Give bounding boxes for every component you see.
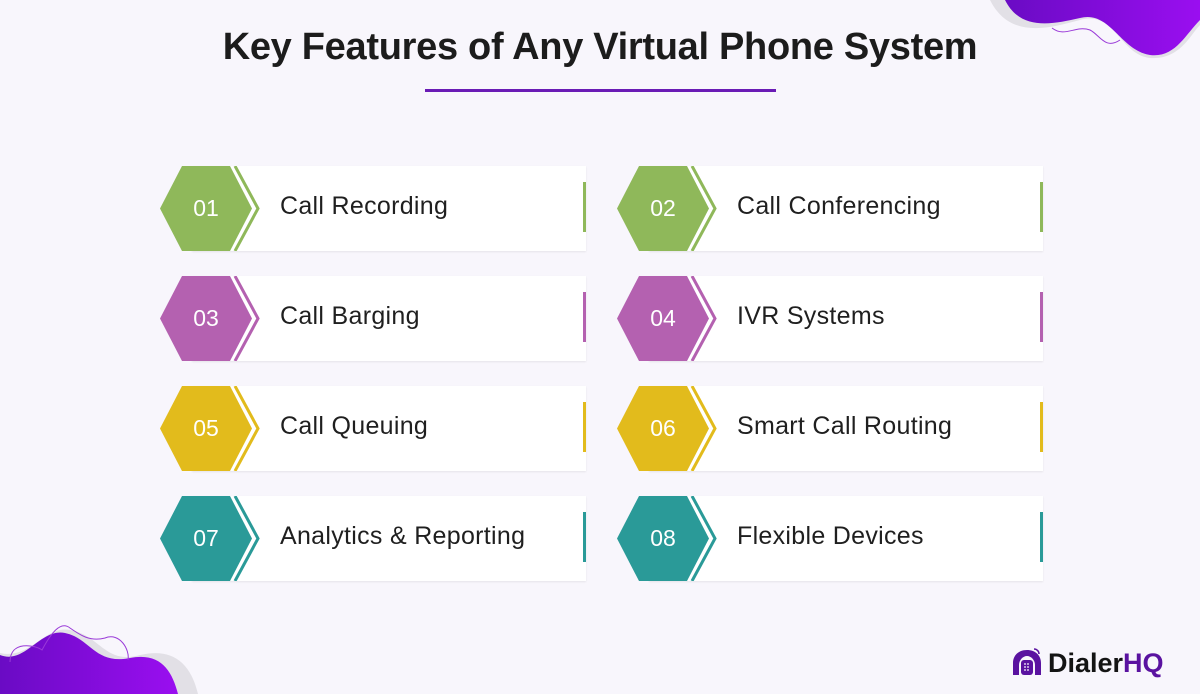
feature-label: Smart Call Routing [737,412,953,440]
feature-number: 06 [650,415,676,441]
brand-logo: DialerHQ [1010,646,1164,680]
accent-bar [1040,182,1043,232]
title-underline [425,89,776,92]
feature-card: 05 Call Queuing [160,386,586,471]
feature-number: 07 [193,525,219,551]
feature-label: Call Queuing [280,412,429,440]
feature-card: 07 Analytics & Reporting [160,496,586,581]
accent-bar [583,292,586,342]
feature-number: 04 [650,305,676,331]
feature-label: Call Conferencing [737,192,941,220]
feature-label: Analytics & Reporting [280,522,526,550]
accent-bar [1040,292,1043,342]
feature-card: 03 Call Barging [160,276,586,361]
accent-bar [1040,512,1043,562]
feature-card: 08 Flexible Devices [617,496,1043,581]
accent-bar [583,402,586,452]
feature-number: 02 [650,195,676,221]
feature-number: 08 [650,525,676,551]
feature-label: Call Barging [280,302,420,330]
logo-suffix: HQ [1123,647,1164,678]
accent-bar [583,182,586,232]
feature-label: Call Recording [280,192,449,220]
accent-bar [583,512,586,562]
feature-label: Flexible Devices [737,522,924,550]
feature-card: 04 IVR Systems [617,276,1043,361]
logo-name: Dialer [1048,647,1124,678]
feature-card: 06 Smart Call Routing [617,386,1043,471]
feature-label: IVR Systems [737,302,885,330]
headset-dialpad-icon [1013,648,1041,675]
feature-number: 05 [193,415,219,441]
accent-bar [1040,402,1043,452]
decorative-blob-bottom-left [0,625,198,694]
feature-card: 01 Call Recording [160,166,586,251]
logo-text: DialerHQ [1048,648,1164,679]
feature-number: 03 [193,305,219,331]
page-title: Key Features of Any Virtual Phone System [222,26,978,68]
feature-card: 02 Call Conferencing [617,166,1043,251]
feature-number: 01 [193,195,219,221]
